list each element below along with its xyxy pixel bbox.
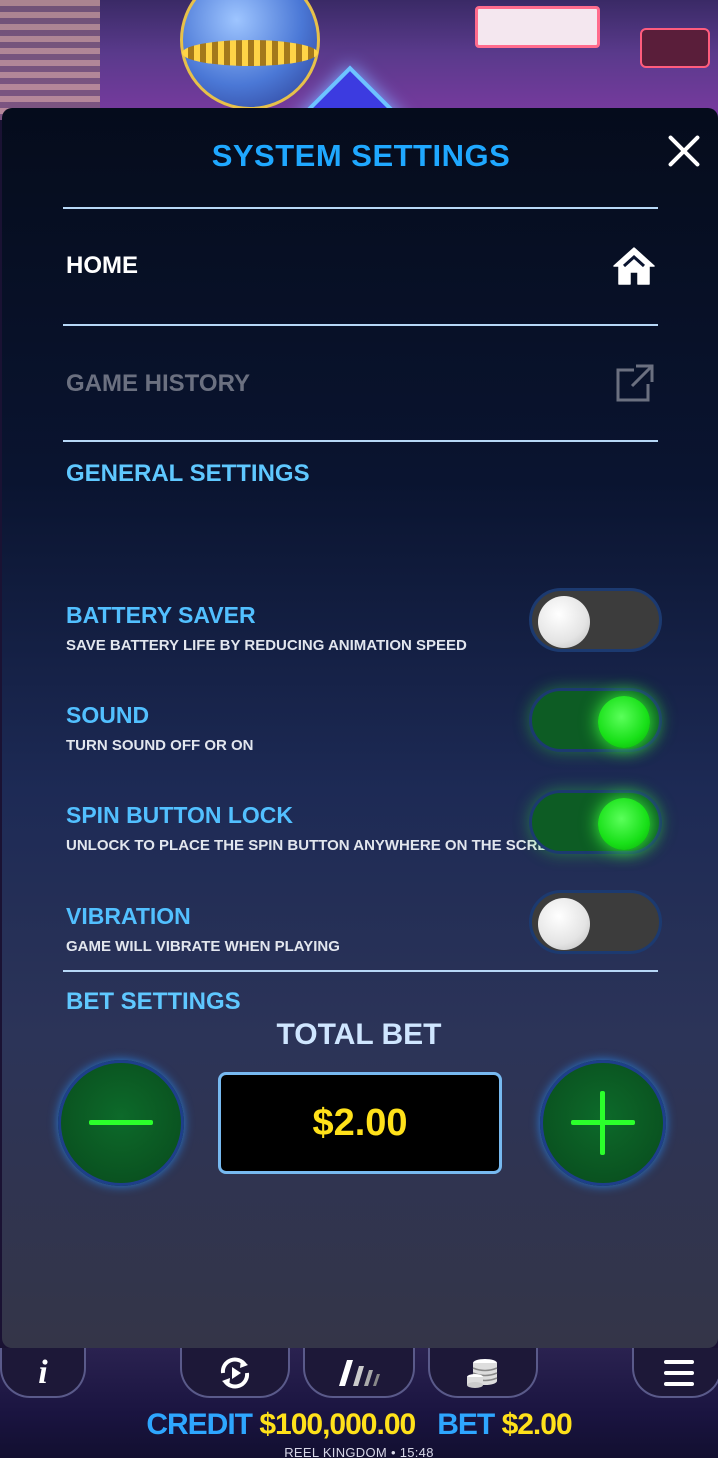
close-icon[interactable] bbox=[664, 130, 704, 170]
credit-label: CREDIT bbox=[146, 1408, 253, 1441]
toggle-knob bbox=[598, 696, 650, 748]
background-sign bbox=[475, 6, 600, 48]
credit-value: $100,000.00 bbox=[259, 1408, 416, 1441]
menu-button[interactable] bbox=[632, 1348, 718, 1398]
divider bbox=[63, 970, 658, 972]
decrease-bet-button[interactable] bbox=[58, 1060, 184, 1186]
game-history-row[interactable]: GAME HISTORY bbox=[63, 349, 658, 419]
home-row[interactable]: HOME bbox=[63, 231, 658, 301]
panel-title: SYSTEM SETTINGS bbox=[211, 138, 511, 173]
divider bbox=[63, 207, 658, 209]
increase-bet-button[interactable] bbox=[540, 1060, 666, 1186]
bet-value: $2.00 bbox=[501, 1408, 573, 1441]
bet-settings-title: BET SETTINGS bbox=[66, 988, 241, 1015]
credit-bet-readout: CREDIT $100,000.00 BET $2.00 bbox=[0, 1408, 718, 1442]
home-icon bbox=[613, 247, 655, 285]
vibration-toggle[interactable] bbox=[529, 890, 662, 954]
divider bbox=[63, 440, 658, 442]
background-building bbox=[0, 0, 100, 120]
background-neon-sign bbox=[640, 28, 710, 68]
general-settings-title: GENERAL SETTINGS bbox=[66, 460, 310, 487]
total-bet-value: $2.00 bbox=[218, 1072, 502, 1174]
toggle-knob bbox=[538, 596, 590, 648]
divider bbox=[63, 324, 658, 326]
home-label: HOME bbox=[66, 252, 138, 279]
footer-provider-time: REEL KINGDOM • 15:48 bbox=[284, 1445, 434, 1458]
total-bet-label: TOTAL BET bbox=[276, 1018, 442, 1051]
autoplay-button[interactable] bbox=[180, 1348, 290, 1398]
sound-toggle[interactable] bbox=[529, 688, 662, 752]
minus-icon bbox=[89, 1120, 153, 1125]
spin-button-lock-toggle[interactable] bbox=[529, 790, 662, 854]
turbo-button[interactable] bbox=[303, 1348, 415, 1398]
bottom-bar: i CREDIT $100,000.00 BET $2.00 REEL KING… bbox=[0, 1348, 718, 1458]
external-link-icon bbox=[616, 364, 654, 402]
battery-saver-toggle[interactable] bbox=[529, 588, 662, 652]
toggle-knob bbox=[598, 798, 650, 850]
game-background bbox=[0, 0, 718, 120]
coins-icon bbox=[467, 1359, 498, 1388]
toggle-knob bbox=[538, 898, 590, 950]
turbo-icon bbox=[339, 1360, 380, 1386]
background-balloon-band bbox=[182, 40, 318, 66]
bet-label: BET bbox=[437, 1408, 495, 1441]
autoplay-icon bbox=[220, 1357, 250, 1389]
info-icon: i bbox=[38, 1354, 48, 1391]
game-history-label: GAME HISTORY bbox=[66, 370, 251, 397]
bet-coins-button[interactable] bbox=[428, 1348, 538, 1398]
info-button[interactable]: i bbox=[0, 1348, 86, 1398]
